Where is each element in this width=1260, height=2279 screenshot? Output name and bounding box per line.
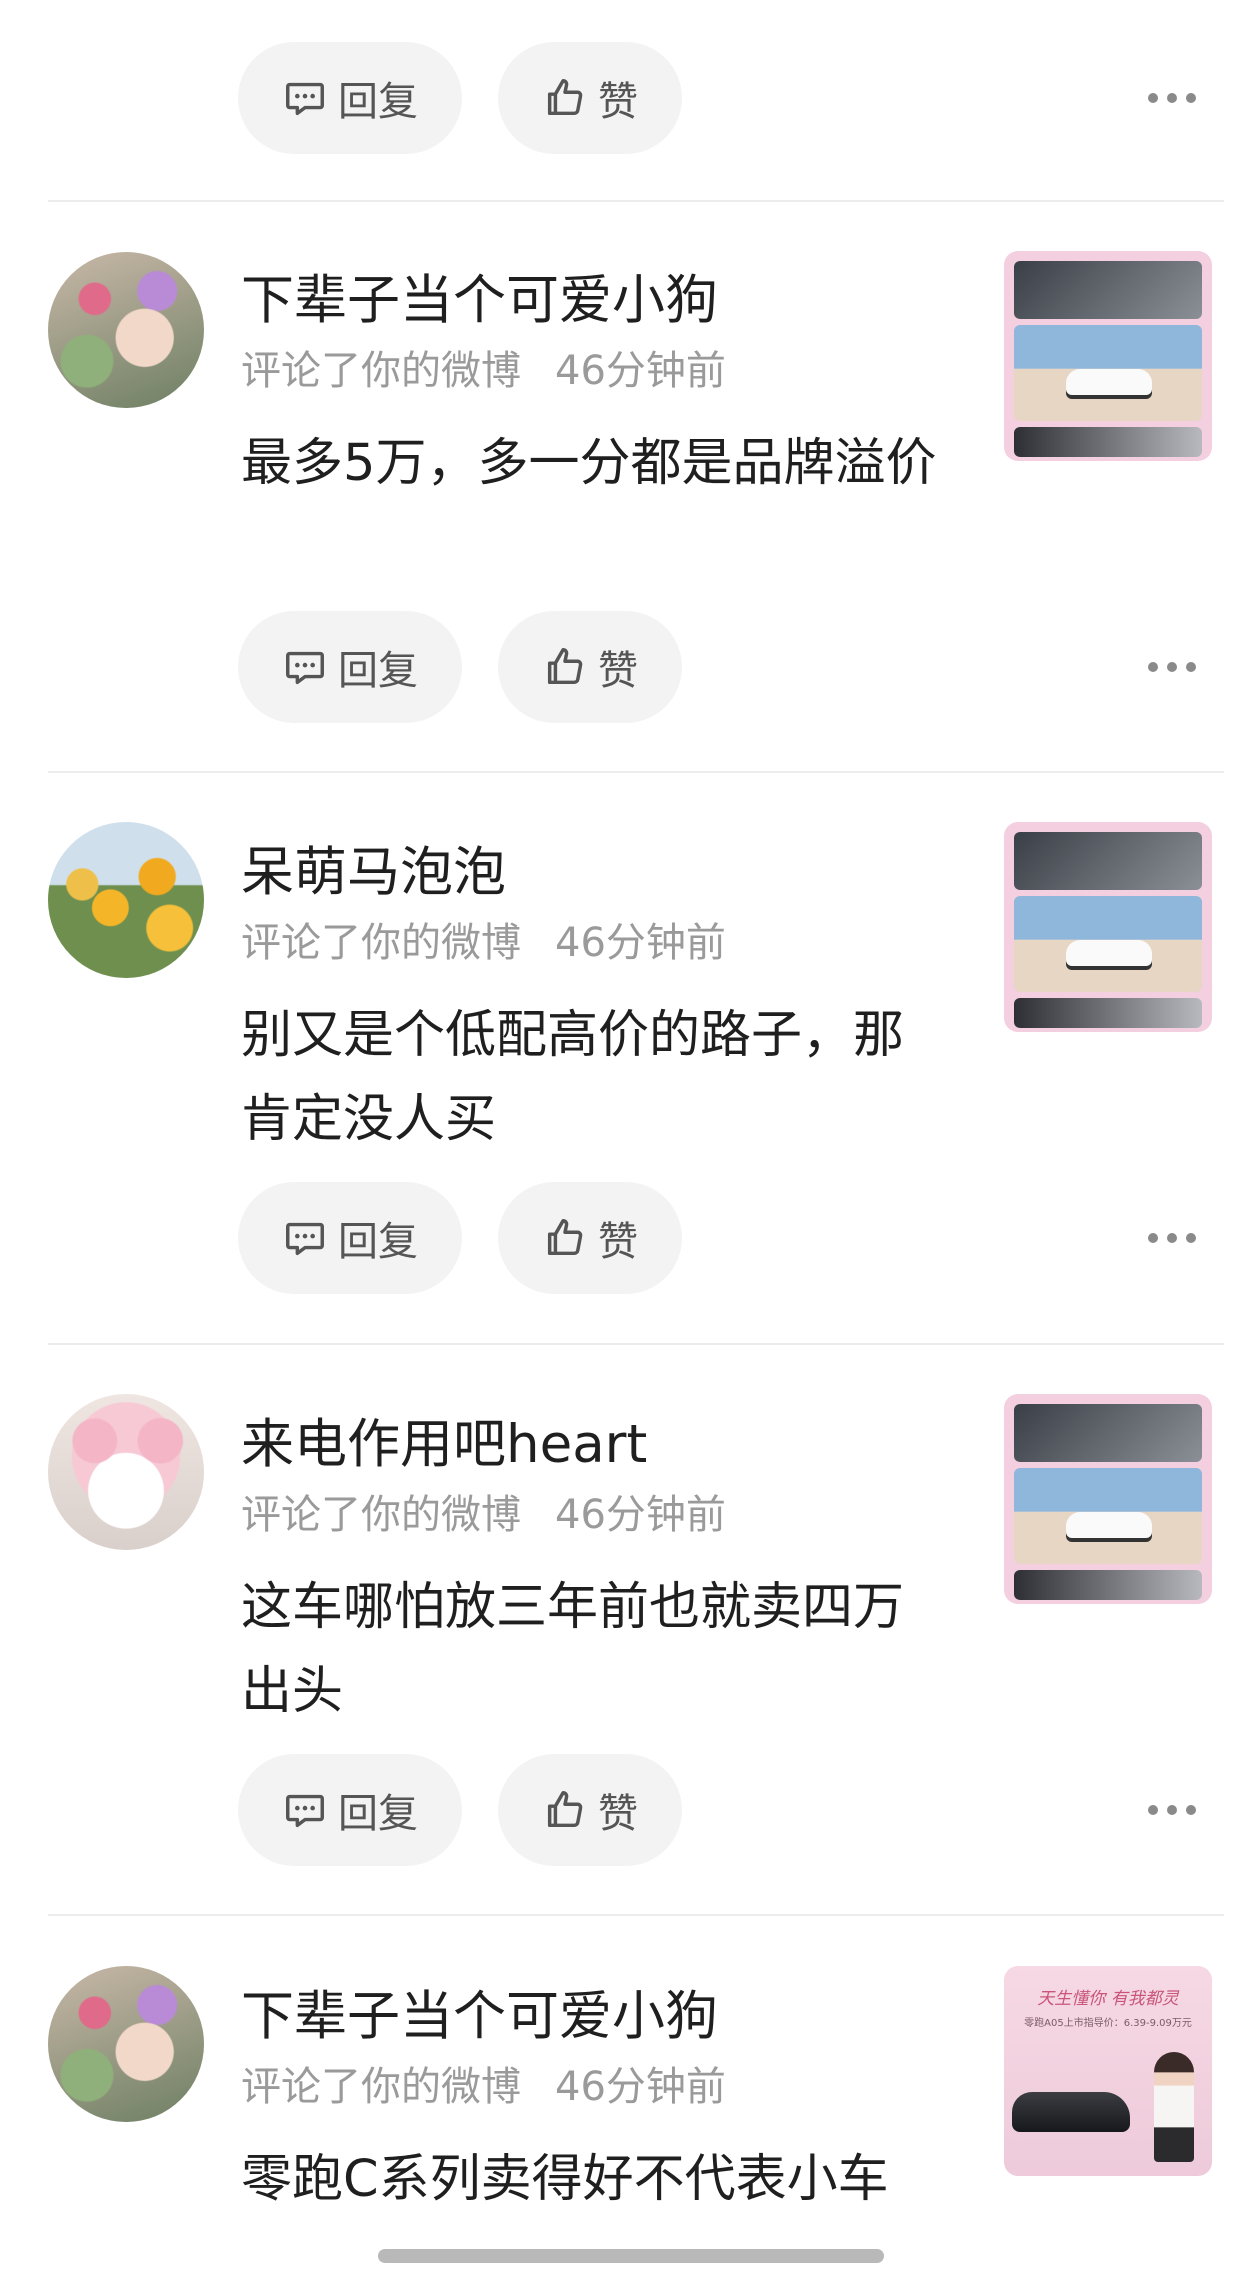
username[interactable]: 呆萌马泡泡 bbox=[241, 830, 506, 906]
like-button[interactable]: 赞 bbox=[498, 611, 682, 723]
reply-button[interactable]: 回复 bbox=[238, 1754, 462, 1866]
divider bbox=[48, 1914, 1224, 1916]
comment-meta: 评论了你的微博 46分钟前 bbox=[241, 338, 726, 396]
username[interactable]: 下辈子当个可爱小狗 bbox=[241, 258, 718, 334]
thumbs-up-icon bbox=[547, 648, 583, 685]
meta-time: 46分钟前 bbox=[555, 2064, 726, 2110]
comment-icon bbox=[286, 1222, 324, 1256]
divider bbox=[48, 1343, 1224, 1345]
like-button[interactable]: 赞 bbox=[498, 1754, 682, 1866]
reply-label: 回复 bbox=[338, 648, 418, 694]
thumb-price: 零跑A05上市指导价：6.39-9.09万元 bbox=[1024, 2018, 1192, 2029]
thumb-panel-interior bbox=[1014, 261, 1202, 319]
avatar[interactable] bbox=[48, 1394, 204, 1550]
reply-label: 回复 bbox=[338, 1219, 418, 1265]
meta-time: 46分钟前 bbox=[555, 348, 726, 394]
reply-label: 回复 bbox=[338, 1791, 418, 1837]
thumb-panel-car bbox=[1014, 325, 1202, 421]
thumb-panel-car bbox=[1014, 1468, 1202, 1564]
like-button[interactable]: 赞 bbox=[498, 42, 682, 154]
thumb-panel-car bbox=[1014, 896, 1202, 992]
comment-text: 最多5万，多一分都是品牌溢价 bbox=[241, 434, 937, 493]
thumb-panel-detail bbox=[1014, 998, 1202, 1028]
like-label: 赞 bbox=[598, 79, 638, 125]
comment-meta: 评论了你的微博 46分钟前 bbox=[241, 1482, 726, 1540]
avatar[interactable] bbox=[48, 822, 204, 978]
meta-action: 评论了你的微博 bbox=[241, 1492, 521, 1538]
meta-action: 评论了你的微博 bbox=[241, 348, 521, 394]
like-label: 赞 bbox=[598, 1219, 638, 1265]
more-icon[interactable] bbox=[1148, 88, 1196, 108]
divider bbox=[48, 200, 1224, 202]
comment-text: 零跑C系列卖得好不代表小车 bbox=[241, 2150, 889, 2209]
comment-text: 别又是个低配高价的路子，那肯定没人买 bbox=[241, 1006, 905, 1149]
thumb-headline: 天生懂你 有我都灵 bbox=[1037, 1989, 1179, 2009]
meta-action: 评论了你的微博 bbox=[241, 920, 521, 966]
meta-action: 评论了你的微博 bbox=[241, 2064, 521, 2110]
avatar[interactable] bbox=[48, 252, 204, 408]
post-thumbnail[interactable] bbox=[1004, 1394, 1212, 1604]
avatar[interactable] bbox=[48, 1966, 204, 2122]
comment-meta: 评论了你的微博 46分钟前 bbox=[241, 910, 726, 968]
post-thumbnail[interactable]: 天生懂你 有我都灵 零跑A05上市指导价：6.39-9.09万元 bbox=[1004, 1966, 1212, 2176]
like-label: 赞 bbox=[598, 648, 638, 694]
meta-time: 46分钟前 bbox=[555, 1492, 726, 1538]
post-thumbnail[interactable] bbox=[1004, 822, 1212, 1032]
comment-meta: 评论了你的微博 46分钟前 bbox=[241, 2054, 726, 2112]
username[interactable]: 下辈子当个可爱小狗 bbox=[241, 1974, 718, 2050]
username[interactable]: 来电作用吧heart bbox=[241, 1402, 647, 1478]
thumb-panel-interior bbox=[1014, 832, 1202, 890]
thumbs-up-icon bbox=[547, 1791, 583, 1828]
meta-time: 46分钟前 bbox=[555, 920, 726, 966]
reply-button[interactable]: 回复 bbox=[238, 1182, 462, 1294]
like-label: 赞 bbox=[598, 1791, 638, 1837]
comment-icon bbox=[286, 1794, 324, 1828]
thumb-panel-interior bbox=[1014, 1404, 1202, 1462]
more-icon[interactable] bbox=[1148, 657, 1196, 677]
home-indicator[interactable] bbox=[378, 2249, 884, 2263]
reply-button[interactable]: 回复 bbox=[238, 42, 462, 154]
thumbs-up-icon bbox=[547, 79, 583, 116]
thumb-car bbox=[1012, 2092, 1130, 2132]
comment-icon bbox=[286, 82, 324, 116]
divider bbox=[48, 771, 1224, 773]
more-icon[interactable] bbox=[1148, 1800, 1196, 1820]
thumb-model bbox=[1154, 2052, 1194, 2162]
post-thumbnail[interactable] bbox=[1004, 251, 1212, 461]
reply-label: 回复 bbox=[338, 79, 418, 125]
reply-button[interactable]: 回复 bbox=[238, 611, 462, 723]
thumbs-up-icon bbox=[547, 1219, 583, 1256]
thumb-panel-detail bbox=[1014, 427, 1202, 457]
thumb-panel-detail bbox=[1014, 1570, 1202, 1600]
comment-icon bbox=[286, 651, 324, 685]
like-button[interactable]: 赞 bbox=[498, 1182, 682, 1294]
more-icon[interactable] bbox=[1148, 1228, 1196, 1248]
comment-text: 这车哪怕放三年前也就卖四万出头 bbox=[241, 1578, 905, 1721]
